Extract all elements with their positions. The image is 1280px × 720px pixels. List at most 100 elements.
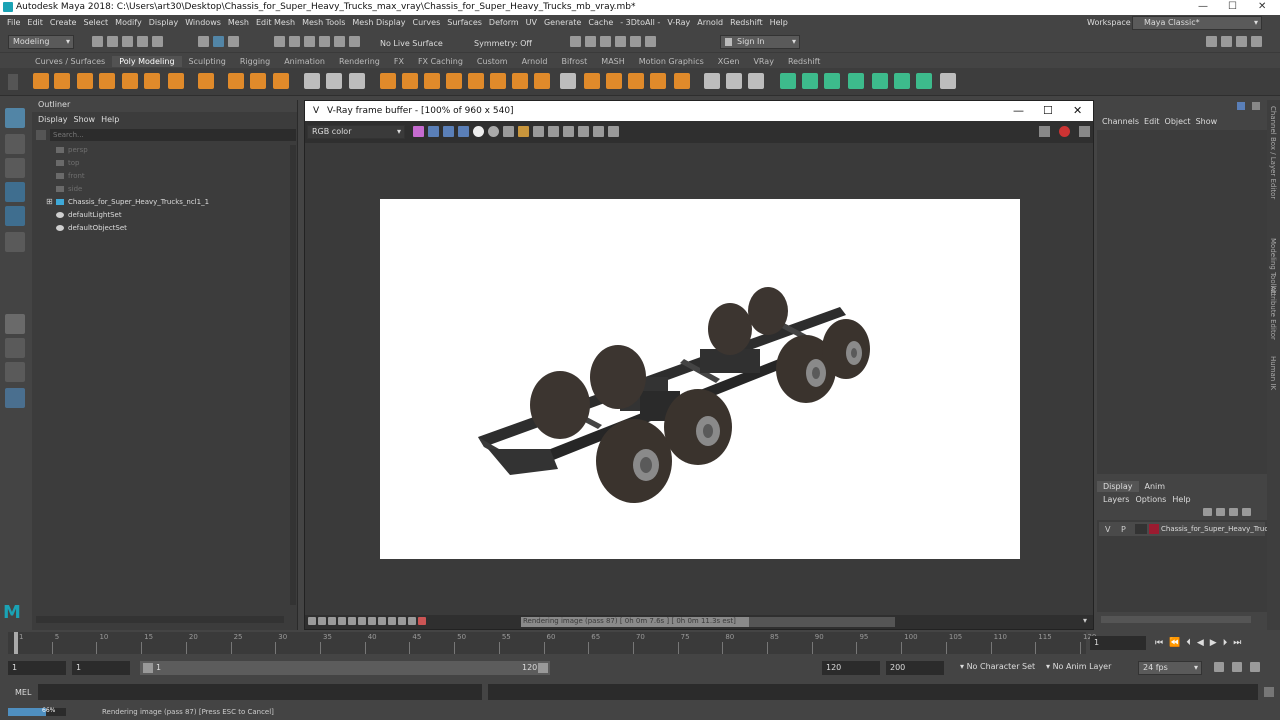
anim-layer-dropdown[interactable]: ▾ No Anim Layer: [1042, 661, 1128, 675]
mel-label[interactable]: MEL: [15, 688, 31, 697]
lens-effects-icon[interactable]: [608, 126, 619, 137]
shelf-tab-fx-caching[interactable]: FX Caching: [411, 56, 470, 67]
render-interactive-icon[interactable]: [1079, 126, 1090, 137]
menu-file[interactable]: File: [7, 18, 20, 27]
expand-icon[interactable]: ⊞: [46, 197, 53, 206]
alpha-channel-icon[interactable]: [473, 126, 484, 137]
outliner-search-input[interactable]: Search...: [50, 129, 296, 141]
snap-point-icon[interactable]: [304, 36, 315, 47]
layer-tab-anim[interactable]: Anim: [1139, 481, 1172, 492]
vfb-close-button[interactable]: ✕: [1073, 104, 1082, 117]
object-mode-icon[interactable]: [213, 36, 224, 47]
outliner-layout-icon[interactable]: [5, 388, 25, 408]
platonic-icon[interactable]: [198, 73, 214, 89]
clear-image-icon[interactable]: [533, 126, 544, 137]
time-slider[interactable]: 1 5 10 15 20 25 30 35 40 45 50 55 60 65 70 75 80 85 90 95 10…: [0, 632, 1280, 656]
shelf-tab-arnold[interactable]: Arnold: [515, 56, 555, 67]
outliner-menu-display[interactable]: Display: [38, 115, 68, 124]
layer-playback-toggle[interactable]: P: [1121, 525, 1126, 534]
super-shape-icon[interactable]: [228, 73, 244, 89]
uv-sew-icon[interactable]: [940, 73, 956, 89]
play-backwards-icon[interactable]: ◀: [1197, 638, 1204, 648]
multicut-icon[interactable]: [674, 73, 690, 89]
menu-edit-mesh[interactable]: Edit Mesh: [256, 18, 295, 27]
workspace-dropdown[interactable]: Maya Classic* ▾: [1132, 16, 1262, 30]
minimize-button[interactable]: —: [1198, 1, 1208, 12]
channel-box-menu-show[interactable]: Show: [1196, 117, 1218, 126]
render-view-icon[interactable]: [570, 36, 581, 47]
sphere-icon[interactable]: [33, 73, 49, 89]
outliner-item-defaultlightset[interactable]: defaultLightSet: [56, 211, 122, 224]
channel-box-options-icon[interactable]: [1237, 102, 1245, 110]
step-back-frame-icon[interactable]: ⏴: [1186, 638, 1191, 648]
tool-settings-icon[interactable]: [1236, 36, 1247, 47]
float-panel-icon[interactable]: [1252, 102, 1260, 110]
menu-3dtoall[interactable]: - 3DtoAll -: [620, 18, 660, 27]
uv-layout-icon[interactable]: [894, 73, 910, 89]
outliner-item-defaultobjectset[interactable]: defaultObjectSet: [56, 224, 127, 237]
disc-icon[interactable]: [168, 73, 184, 89]
animation-end-field[interactable]: 200: [886, 661, 944, 675]
script-editor-icon[interactable]: [1264, 687, 1274, 697]
uv-auto-icon[interactable]: [824, 73, 840, 89]
uv-editor-icon[interactable]: [848, 73, 864, 89]
menu-v-ray[interactable]: V-Ray: [667, 18, 690, 27]
bridge-icon[interactable]: [468, 73, 484, 89]
collapse-icon[interactable]: [628, 73, 644, 89]
append-icon[interactable]: [534, 73, 550, 89]
hypershade-icon[interactable]: [630, 36, 641, 47]
outliner-item-chassis-for-super-heavy-trucks-ncl1-1[interactable]: ⊞ Chassis_for_Super_Heavy_Trucks_ncl1_1: [46, 197, 209, 211]
shelf-tab-curves-surfaces[interactable]: Curves / Surfaces: [28, 56, 112, 67]
extract-icon[interactable]: [424, 73, 440, 89]
playback-end-field[interactable]: 120: [822, 661, 880, 675]
color-corrections-icon[interactable]: [413, 126, 424, 137]
menu-help[interactable]: Help: [770, 18, 788, 27]
play-forwards-icon[interactable]: ▶: [1210, 638, 1217, 648]
shelf-tab-animation[interactable]: Animation: [277, 56, 332, 67]
render-settings-icon[interactable]: [615, 36, 626, 47]
histogram-icon[interactable]: [398, 617, 406, 625]
hierarchy-mode-icon[interactable]: [198, 36, 209, 47]
green-channel-icon[interactable]: [443, 126, 454, 137]
outliner-item-side[interactable]: side: [56, 185, 82, 198]
layer-type-toggle[interactable]: [1135, 524, 1147, 534]
menu-cache[interactable]: Cache: [588, 18, 613, 27]
menu-select[interactable]: Select: [83, 18, 108, 27]
layer-menu-layers[interactable]: Layers: [1103, 495, 1129, 504]
range-slider-end-handle[interactable]: [538, 663, 548, 673]
wedge-icon[interactable]: [560, 73, 576, 89]
scroll-down-icon[interactable]: ▾: [1083, 616, 1087, 625]
load-image-icon[interactable]: [518, 126, 529, 137]
menu-modify[interactable]: Modify: [115, 18, 142, 27]
move-layer-down-icon[interactable]: [1216, 508, 1225, 516]
extrude-icon[interactable]: [490, 73, 506, 89]
icc-icon[interactable]: [348, 617, 356, 625]
false-color-icon[interactable]: [378, 617, 386, 625]
menu-surfaces[interactable]: Surfaces: [447, 18, 482, 27]
smooth-icon[interactable]: [349, 73, 365, 89]
mirror-icon[interactable]: [402, 73, 418, 89]
menu-windows[interactable]: Windows: [185, 18, 221, 27]
menu-create[interactable]: Create: [50, 18, 77, 27]
go-to-end-icon[interactable]: ⏭: [1233, 638, 1241, 648]
menu-set-dropdown[interactable]: Modeling ▾: [8, 35, 74, 49]
attribute-editor-icon[interactable]: [1221, 36, 1232, 47]
filter-icon[interactable]: [36, 130, 46, 140]
circularize-icon[interactable]: [650, 73, 666, 89]
menu-curves[interactable]: Curves: [412, 18, 440, 27]
poke-icon[interactable]: [584, 73, 600, 89]
step-back-key-icon[interactable]: ⏪: [1169, 638, 1180, 648]
vfb-maximize-button[interactable]: ☐: [1043, 104, 1053, 117]
render-frame-icon[interactable]: [585, 36, 596, 47]
outliner-hscrollbar[interactable]: [36, 616, 284, 623]
snap-curve-icon[interactable]: [289, 36, 300, 47]
torus-icon[interactable]: [122, 73, 138, 89]
layer-menu-options[interactable]: Options: [1135, 495, 1166, 504]
red-channel-icon[interactable]: [428, 126, 439, 137]
paint-select-tool-icon[interactable]: [5, 158, 25, 178]
blue-channel-icon[interactable]: [458, 126, 469, 137]
close-button[interactable]: ✕: [1258, 1, 1266, 12]
side-tab-channel-box[interactable]: Channel Box / Layer Editor: [1269, 106, 1277, 199]
playback-start-field[interactable]: 1: [72, 661, 130, 675]
layer-hscrollbar[interactable]: [1101, 616, 1251, 623]
